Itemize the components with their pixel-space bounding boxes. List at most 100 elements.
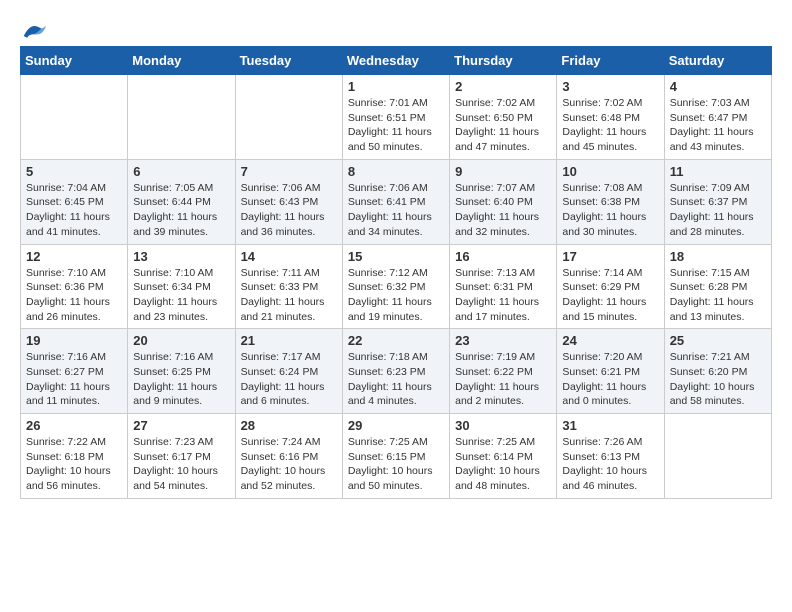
day-info: Sunrise: 7:17 AMSunset: 6:24 PMDaylight:… [241, 350, 337, 409]
day-cell: 4Sunrise: 7:03 AMSunset: 6:47 PMDaylight… [664, 75, 771, 160]
day-info: Sunrise: 7:13 AMSunset: 6:31 PMDaylight:… [455, 266, 551, 325]
day-cell: 3Sunrise: 7:02 AMSunset: 6:48 PMDaylight… [557, 75, 664, 160]
logo [20, 20, 48, 36]
day-cell: 9 Sunrise: 7:07 AMSunset: 6:40 PMDaylight… [450, 159, 557, 244]
day-info: Sunrise: 7:23 AMSunset: 6:17 PMDaylight:… [133, 435, 229, 494]
day-info: Sunrise: 7:01 AMSunset: 6:51 PMDaylight:… [348, 96, 444, 155]
day-cell: 21 Sunrise: 7:17 AMSunset: 6:24 PMDayligh… [235, 329, 342, 414]
day-cell: 25 Sunrise: 7:21 AMSunset: 6:20 PMDayligh… [664, 329, 771, 414]
day-cell: 26 Sunrise: 7:22 AMSunset: 6:18 PMDayligh… [21, 414, 128, 499]
day-number: 25 [670, 333, 766, 348]
week-row-0: 1 Sunrise: 7:01 AMSunset: 6:51 PMDaylight… [21, 75, 772, 160]
day-info: Sunrise: 7:16 AMSunset: 6:25 PMDaylight:… [133, 350, 229, 409]
day-cell: 13 Sunrise: 7:10 AMSunset: 6:34 PMDayligh… [128, 244, 235, 329]
logo-bird-icon [22, 20, 46, 40]
day-cell [128, 75, 235, 160]
day-info: Sunrise: 7:20 AMSunset: 6:21 PMDaylight:… [562, 350, 658, 409]
day-info: Sunrise: 7:05 AMSunset: 6:44 PMDaylight:… [133, 181, 229, 240]
header [20, 20, 772, 36]
day-cell: 8 Sunrise: 7:06 AMSunset: 6:41 PMDaylight… [342, 159, 449, 244]
day-number: 26 [26, 418, 122, 433]
day-cell: 27Sunrise: 7:23 AMSunset: 6:17 PMDayligh… [128, 414, 235, 499]
day-number: 11 [670, 164, 766, 179]
day-number: 19 [26, 333, 122, 348]
day-number: 22 [348, 333, 444, 348]
day-number: 6 [133, 164, 229, 179]
day-info: Sunrise: 7:14 AMSunset: 6:29 PMDaylight:… [562, 266, 658, 325]
day-cell: 5 Sunrise: 7:04 AMSunset: 6:45 PMDaylight… [21, 159, 128, 244]
day-cell: 20Sunrise: 7:16 AMSunset: 6:25 PMDayligh… [128, 329, 235, 414]
day-number: 9 [455, 164, 551, 179]
day-info: Sunrise: 7:25 AMSunset: 6:14 PMDaylight:… [455, 435, 551, 494]
day-cell: 24 Sunrise: 7:20 AMSunset: 6:21 PMDayligh… [557, 329, 664, 414]
day-info: Sunrise: 7:21 AMSunset: 6:20 PMDaylight:… [670, 350, 766, 409]
week-row-3: 19 Sunrise: 7:16 AMSunset: 6:27 PMDayligh… [21, 329, 772, 414]
week-row-1: 5 Sunrise: 7:04 AMSunset: 6:45 PMDaylight… [21, 159, 772, 244]
calendar-table: SundayMondayTuesdayWednesdayThursdayFrid… [20, 46, 772, 499]
day-number: 21 [241, 333, 337, 348]
day-number: 1 [348, 79, 444, 94]
day-info: Sunrise: 7:10 AMSunset: 6:34 PMDaylight:… [133, 266, 229, 325]
day-cell: 1 Sunrise: 7:01 AMSunset: 6:51 PMDaylight… [342, 75, 449, 160]
day-number: 16 [455, 249, 551, 264]
day-cell: 19 Sunrise: 7:16 AMSunset: 6:27 PMDayligh… [21, 329, 128, 414]
day-number: 24 [562, 333, 658, 348]
day-cell: 2 Sunrise: 7:02 AMSunset: 6:50 PMDaylight… [450, 75, 557, 160]
day-number: 31 [562, 418, 658, 433]
day-cell: 29Sunrise: 7:25 AMSunset: 6:15 PMDayligh… [342, 414, 449, 499]
header-cell-monday: Monday [128, 47, 235, 75]
day-number: 4 [670, 79, 766, 94]
day-info: Sunrise: 7:10 AMSunset: 6:36 PMDaylight:… [26, 266, 122, 325]
calendar-body: 1 Sunrise: 7:01 AMSunset: 6:51 PMDaylight… [21, 75, 772, 499]
day-number: 8 [348, 164, 444, 179]
day-number: 15 [348, 249, 444, 264]
day-cell: 23 Sunrise: 7:19 AMSunset: 6:22 PMDayligh… [450, 329, 557, 414]
week-row-4: 26 Sunrise: 7:22 AMSunset: 6:18 PMDayligh… [21, 414, 772, 499]
day-info: Sunrise: 7:16 AMSunset: 6:27 PMDaylight:… [26, 350, 122, 409]
day-number: 3 [562, 79, 658, 94]
day-info: Sunrise: 7:24 AMSunset: 6:16 PMDaylight:… [241, 435, 337, 494]
header-cell-thursday: Thursday [450, 47, 557, 75]
day-info: Sunrise: 7:04 AMSunset: 6:45 PMDaylight:… [26, 181, 122, 240]
day-cell [664, 414, 771, 499]
day-cell [235, 75, 342, 160]
day-number: 23 [455, 333, 551, 348]
day-number: 5 [26, 164, 122, 179]
day-number: 17 [562, 249, 658, 264]
day-info: Sunrise: 7:19 AMSunset: 6:22 PMDaylight:… [455, 350, 551, 409]
day-cell: 31 Sunrise: 7:26 AMSunset: 6:13 PMDayligh… [557, 414, 664, 499]
day-cell: 12Sunrise: 7:10 AMSunset: 6:36 PMDayligh… [21, 244, 128, 329]
header-cell-sunday: Sunday [21, 47, 128, 75]
day-number: 13 [133, 249, 229, 264]
day-info: Sunrise: 7:09 AMSunset: 6:37 PMDaylight:… [670, 181, 766, 240]
header-cell-friday: Friday [557, 47, 664, 75]
day-cell: 14Sunrise: 7:11 AMSunset: 6:33 PMDayligh… [235, 244, 342, 329]
day-number: 7 [241, 164, 337, 179]
day-number: 28 [241, 418, 337, 433]
day-info: Sunrise: 7:18 AMSunset: 6:23 PMDaylight:… [348, 350, 444, 409]
day-info: Sunrise: 7:15 AMSunset: 6:28 PMDaylight:… [670, 266, 766, 325]
day-cell: 22 Sunrise: 7:18 AMSunset: 6:23 PMDayligh… [342, 329, 449, 414]
day-cell: 15 Sunrise: 7:12 AMSunset: 6:32 PMDayligh… [342, 244, 449, 329]
calendar-header: SundayMondayTuesdayWednesdayThursdayFrid… [21, 47, 772, 75]
day-info: Sunrise: 7:02 AMSunset: 6:50 PMDaylight:… [455, 96, 551, 155]
day-cell: 16 Sunrise: 7:13 AMSunset: 6:31 PMDayligh… [450, 244, 557, 329]
header-cell-saturday: Saturday [664, 47, 771, 75]
header-cell-wednesday: Wednesday [342, 47, 449, 75]
week-row-2: 12Sunrise: 7:10 AMSunset: 6:36 PMDayligh… [21, 244, 772, 329]
day-cell: 28 Sunrise: 7:24 AMSunset: 6:16 PMDayligh… [235, 414, 342, 499]
day-info: Sunrise: 7:06 AMSunset: 6:41 PMDaylight:… [348, 181, 444, 240]
day-cell: 10 Sunrise: 7:08 AMSunset: 6:38 PMDayligh… [557, 159, 664, 244]
day-info: Sunrise: 7:26 AMSunset: 6:13 PMDaylight:… [562, 435, 658, 494]
day-info: Sunrise: 7:22 AMSunset: 6:18 PMDaylight:… [26, 435, 122, 494]
day-info: Sunrise: 7:07 AMSunset: 6:40 PMDaylight:… [455, 181, 551, 240]
day-info: Sunrise: 7:12 AMSunset: 6:32 PMDaylight:… [348, 266, 444, 325]
day-cell: 7Sunrise: 7:06 AMSunset: 6:43 PMDaylight… [235, 159, 342, 244]
header-row: SundayMondayTuesdayWednesdayThursdayFrid… [21, 47, 772, 75]
day-number: 10 [562, 164, 658, 179]
day-number: 2 [455, 79, 551, 94]
day-number: 18 [670, 249, 766, 264]
day-cell: 11 Sunrise: 7:09 AMSunset: 6:37 PMDayligh… [664, 159, 771, 244]
day-number: 29 [348, 418, 444, 433]
day-info: Sunrise: 7:08 AMSunset: 6:38 PMDaylight:… [562, 181, 658, 240]
